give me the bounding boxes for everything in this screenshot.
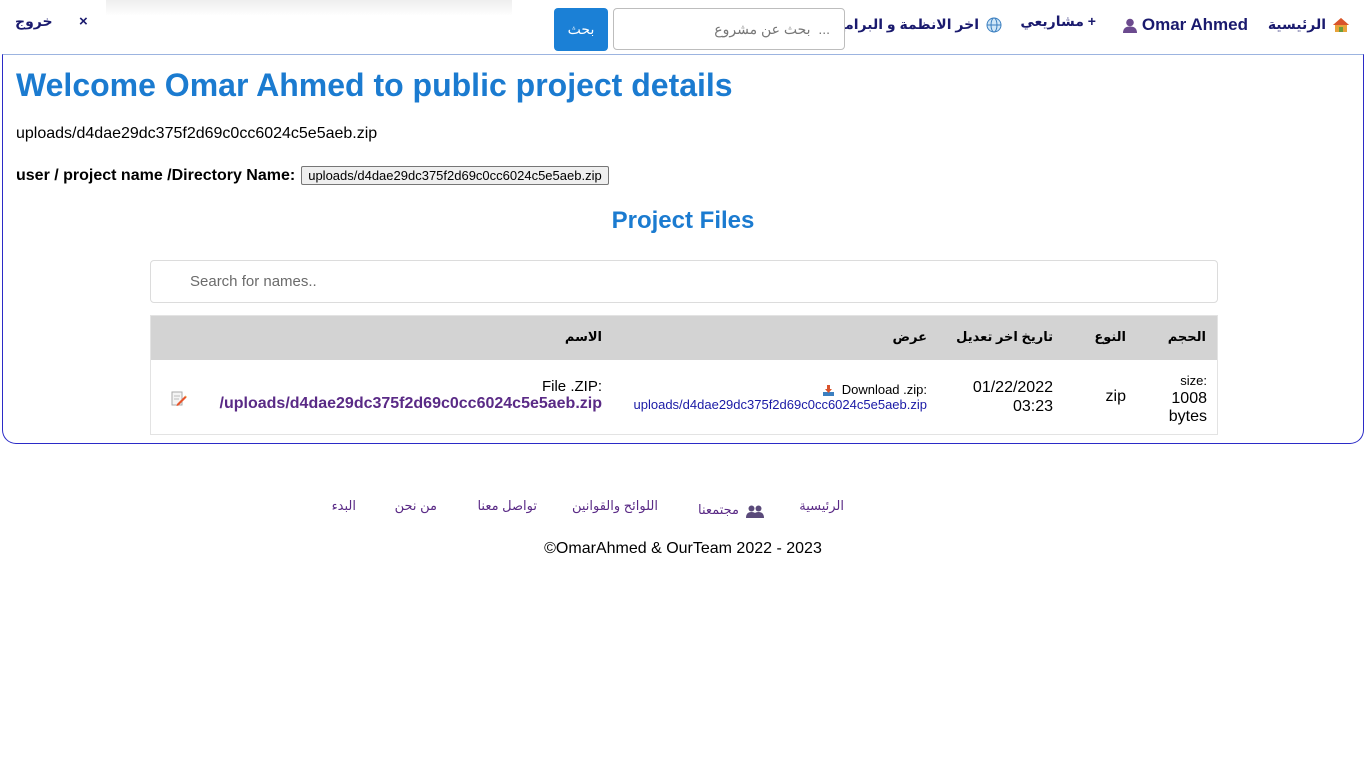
download-label: Download .zip: [841,382,927,397]
header-size: الحجم [1167,329,1206,344]
header-type: النوع [1094,329,1126,344]
size-unit: bytes [1168,408,1207,425]
header-modified: تاريخ اخر تعديل [956,329,1053,344]
footer-community-link[interactable]: مجتمعنا [698,498,764,518]
file-name-prefix: File .ZIP: [541,378,602,395]
file-size-cell: size: 1008 bytes [1169,372,1207,426]
project-files-title: Project Files [611,207,755,234]
modified-date: 01/22/2022 [972,379,1053,396]
globe-icon [986,17,1002,32]
footer-home-link[interactable]: الرئيسية [799,498,844,514]
header-name: الاسم [564,329,602,344]
file-view-cell: Download .zip: uploads/d4dae29dc375f2d69… [634,382,927,412]
close-icon[interactable]: × [79,13,88,30]
nav-latest-systems-link[interactable]: اخر الانظمة و البرامج [835,16,1002,33]
modified-date-cell: 01/22/2022 03:23 [973,378,1053,416]
project-path: uploads/d4dae29dc375f2d69c0cc6024c5e5aeb… [16,125,378,142]
nav-home-link[interactable]: الرئيسية [1268,16,1350,33]
nav-user-label: Omar Ahmed [1141,15,1248,34]
project-search-button[interactable]: بحث [554,8,608,51]
page-title: Welcome Omar Ahmed to public project det… [16,67,733,103]
footer-contact-link[interactable]: تواصل معنا [477,498,537,514]
logout-link[interactable]: خروج [15,13,53,30]
file-type-cell: zip [1105,388,1126,405]
nav-decor-bar [106,0,512,16]
size-label: size: [1180,373,1207,388]
download-icon [823,385,835,397]
directory-name-label: user / project name /Directory Name: [16,166,296,184]
nav-home-label: الرئيسية [1267,16,1326,32]
nav-user-link[interactable]: Omar Ahmed [1122,15,1248,35]
footer-start-link[interactable]: البدء [332,498,356,514]
group-icon [746,505,764,518]
download-link[interactable]: uploads/d4dae29dc375f2d69c0cc6024c5e5aeb… [634,397,927,412]
user-icon [1122,18,1137,33]
footer-community-label: مجتمعنا [698,502,739,517]
footer-rules-link[interactable]: اللوائح والقوانين [572,498,658,514]
size-value: 1008 [1171,390,1207,407]
house-icon [1333,17,1349,32]
file-name-cell: File .ZIP: /uploads/d4dae29dc375f2d69c0c… [220,378,602,413]
file-search-input[interactable] [150,260,1218,303]
project-search-input[interactable] [613,8,845,50]
nav-projects-label: مشاريعي + [1020,13,1096,29]
table-header: الاسم عرض تاريخ اخر تعديل النوع الحجم [151,316,1217,360]
footer-copyright: ©OmarAhmed & OurTeam 2022 - 2023 [544,540,822,557]
top-nav: الرئيسية Omar Ahmed مشاريعي + اخر الانظم… [0,0,1366,54]
header-view: عرض [892,329,927,344]
directory-name-button[interactable]: uploads/d4dae29dc375f2d69c0cc6024c5e5aeb… [301,166,609,185]
directory-name-row: user / project name /Directory Name: upl… [16,166,609,185]
nav-systems-label: اخر الانظمة و البرامج [835,16,979,32]
download-label-row: Download .zip: [634,382,927,397]
footer-about-link[interactable]: من نحن [395,498,437,514]
project-details-card: Welcome Omar Ahmed to public project det… [2,54,1364,444]
edit-file-icon[interactable] [171,391,187,407]
files-table: الاسم عرض تاريخ اخر تعديل النوع الحجم Fi… [150,315,1218,435]
modified-time: 03:23 [1012,398,1053,415]
file-name-link[interactable]: /uploads/d4dae29dc375f2d69c0cc6024c5e5ae… [220,395,602,412]
nav-my-projects-link[interactable]: مشاريعي + [1020,13,1096,30]
